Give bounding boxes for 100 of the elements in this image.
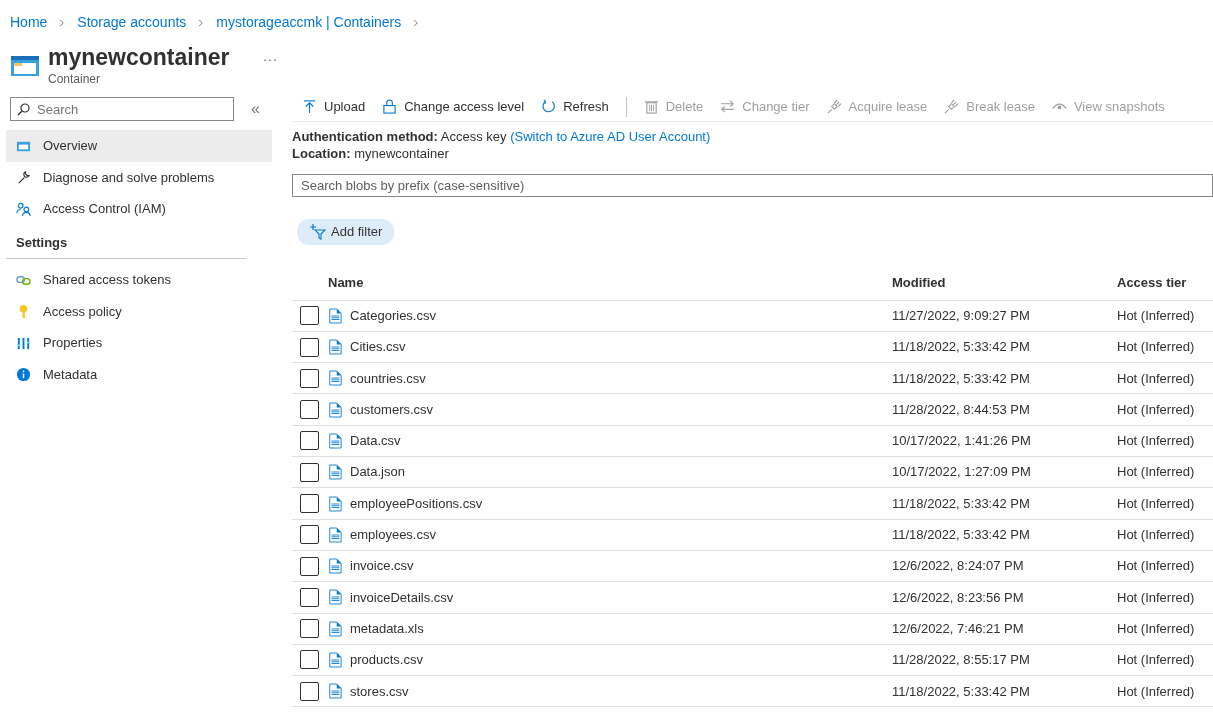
column-header: Name <box>328 274 365 293</box>
row-checkbox[interactable] <box>300 431 319 451</box>
collapse-button[interactable]: « <box>250 96 261 123</box>
row-checkbox[interactable] <box>300 462 319 482</box>
file-name[interactable]: stores.csv <box>350 681 409 702</box>
tier-cell-text: Hot (Inferred) <box>1117 557 1196 576</box>
tier-cell-text: Hot (Inferred) <box>1117 306 1196 325</box>
file-icon <box>328 526 342 543</box>
file-icon <box>328 339 342 355</box>
nav-item[interactable]: Metadata <box>6 358 272 391</box>
tier-cell-text: Hot (Inferred) <box>1117 588 1196 607</box>
file-icon <box>328 401 342 418</box>
properties-icon <box>16 335 31 351</box>
file-icon <box>328 683 342 700</box>
auth-line: Authentication method: Access key (Switch to Azure AD User Account) <box>292 129 712 147</box>
file-icon <box>328 432 342 449</box>
wrench-icon <box>16 170 31 186</box>
add-filter-button[interactable]: Add filter <box>297 219 395 245</box>
toolbar-button[interactable]: Change access level <box>382 97 525 117</box>
tier-cell-text: Hot (Inferred) <box>1117 619 1196 638</box>
breadcrumb-link[interactable]: mystorageaccmk | Containers <box>216 12 402 33</box>
tier-cell-text: Hot (Inferred) <box>1117 432 1196 451</box>
row-checkbox[interactable] <box>300 587 319 607</box>
trash-icon <box>643 99 659 115</box>
refresh-icon <box>541 99 557 115</box>
file-name[interactable]: invoiceDetails.csv <box>350 587 454 608</box>
nav-item[interactable]: Properties <box>6 327 272 359</box>
modified-cell-text: 11/18/2022, 5:33:42 PM <box>892 494 1031 513</box>
nav-item[interactable]: Shared access tokens <box>6 264 272 296</box>
auth-link[interactable]: (Switch to Azure AD User Account) <box>510 129 711 145</box>
toolbar-button[interactable]: Upload <box>302 97 366 117</box>
modified-cell-text: 11/27/2022, 9:09:27 PM <box>892 306 1031 325</box>
people-icon <box>16 201 31 217</box>
file-name[interactable]: products.csv <box>350 650 423 670</box>
row-checkbox[interactable] <box>300 400 319 420</box>
file-icon <box>328 307 342 324</box>
row-checkbox[interactable] <box>300 619 319 639</box>
toolbar-button[interactable]: Refresh <box>541 97 609 117</box>
file-icon <box>328 652 342 668</box>
tier-cell-text: Hot (Inferred) <box>1117 369 1196 388</box>
file-name[interactable]: countries.csv <box>350 368 426 389</box>
nav-item[interactable]: Access Control (IAM) <box>6 193 272 225</box>
file-icon <box>328 620 342 637</box>
modified-cell-text: 12/6/2022, 8:23:56 PM <box>892 588 1025 607</box>
modified-cell-text: 11/18/2022, 5:33:42 PM <box>892 338 1031 357</box>
tier-cell-text: Hot (Inferred) <box>1117 526 1196 545</box>
breadcrumb-link[interactable]: Storage accounts <box>77 12 187 33</box>
lock-icon <box>382 99 398 115</box>
file-icon <box>328 464 342 481</box>
file-icon <box>328 558 342 575</box>
section-heading: Settings <box>6 224 246 260</box>
file-name[interactable]: employeePositions.csv <box>350 493 483 514</box>
modified-cell-text: 12/6/2022, 8:24:07 PM <box>892 557 1025 576</box>
modified-cell-text: 11/18/2022, 5:33:42 PM <box>892 526 1031 545</box>
row-checkbox[interactable] <box>300 368 319 388</box>
blob-search-field[interactable]: Search blobs by prefix (case-sensitive) <box>292 174 1213 198</box>
file-name[interactable]: Cities.csv <box>350 337 406 357</box>
row-checkbox[interactable] <box>300 494 319 513</box>
row-checkbox[interactable] <box>300 337 319 357</box>
search-icon <box>17 103 30 117</box>
modified-cell-text: 11/28/2022, 8:44:53 PM <box>892 400 1031 419</box>
file-icon <box>328 495 342 512</box>
tier-cell-text: Hot (Inferred) <box>1117 400 1196 419</box>
file-name[interactable]: Data.csv <box>350 431 401 451</box>
modified-cell-text: 11/18/2022, 5:33:42 PM <box>892 682 1031 701</box>
modified-cell-text: 12/6/2022, 7:46:21 PM <box>892 619 1025 638</box>
more-button[interactable]: ··· <box>261 47 279 72</box>
column-header: Access tier <box>1117 274 1188 293</box>
breadcrumb-link[interactable]: Home <box>10 12 48 33</box>
file-icon <box>328 370 342 387</box>
row-checkbox[interactable] <box>300 650 319 670</box>
plug-icon <box>826 99 842 115</box>
tier-cell-text: Hot (Inferred) <box>1117 682 1196 701</box>
file-name[interactable]: Data.json <box>350 462 405 482</box>
row-checkbox[interactable] <box>300 306 319 326</box>
file-icon <box>328 589 342 606</box>
tier-cell-text: Hot (Inferred) <box>1117 651 1196 670</box>
modified-cell-text: 10/17/2022, 1:27:09 PM <box>892 463 1032 482</box>
file-name[interactable]: metadata.xls <box>350 618 424 639</box>
container-icon <box>10 53 40 79</box>
tier-cell-text: Hot (Inferred) <box>1117 494 1196 513</box>
file-name[interactable]: employees.csv <box>350 525 436 545</box>
file-name[interactable]: customers.csv <box>350 399 434 420</box>
file-name[interactable]: invoice.csv <box>350 556 414 576</box>
location-line: Location: mynewcontainer <box>292 146 450 164</box>
plug-icon <box>944 99 960 115</box>
page-subtitle: Container <box>48 71 102 89</box>
row-checkbox[interactable] <box>300 525 319 545</box>
file-name[interactable]: Categories.csv <box>350 305 436 326</box>
modified-cell-text: 11/28/2022, 8:55:17 PM <box>892 651 1031 670</box>
nav-item[interactable]: Diagnose and solve problems <box>6 161 272 194</box>
swap-icon <box>720 99 736 115</box>
info-icon <box>16 367 31 383</box>
nav-item[interactable]: Access policy <box>6 295 272 328</box>
row-checkbox[interactable] <box>300 556 319 576</box>
filter-add-icon <box>309 223 327 240</box>
modified-cell-text: 10/17/2022, 1:41:26 PM <box>892 432 1032 451</box>
search-field[interactable]: Search <box>10 97 234 122</box>
row-checkbox[interactable] <box>300 681 319 701</box>
nav-item[interactable]: Overview <box>6 130 272 162</box>
